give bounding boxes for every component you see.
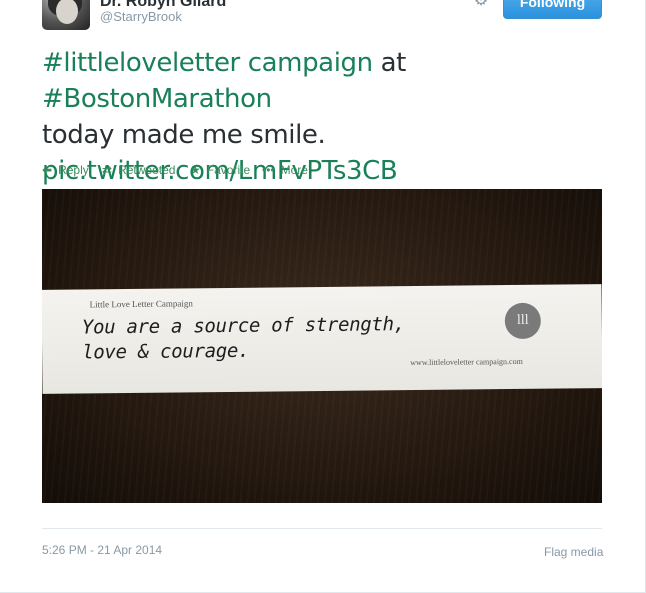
star-icon: ★ — [190, 163, 201, 177]
ellipsis-icon: ••• — [262, 163, 275, 177]
media-photo[interactable]: Little Love Letter Campaign You are a so… — [42, 189, 602, 503]
reply-label: Reply — [58, 163, 89, 177]
handwritten-message: You are a source of strength, love & cou… — [82, 312, 406, 365]
gear-icon[interactable]: ⚙ — [472, 0, 490, 9]
divider — [42, 528, 602, 529]
retweet-action[interactable]: ⇄ Retweeted — [102, 161, 175, 179]
retweet-icon: ⇄ — [102, 163, 113, 177]
handwritten-line-1: You are a source of strength, — [81, 313, 405, 339]
hashtag-littleloveletter campaign[interactable]: #littleloveletter campaign — [42, 48, 373, 78]
strip-url: www.littleloveletter campaign.com — [410, 356, 523, 368]
retweet-label: Retweeted — [118, 163, 176, 177]
author-username[interactable]: @StarryBrook — [100, 9, 182, 25]
campaign-logo: lll — [504, 302, 542, 340]
flag-media-link[interactable]: Flag media — [544, 545, 603, 559]
reply-action[interactable]: ⬅ Reply — [42, 161, 89, 179]
more-action[interactable]: ••• More — [262, 161, 308, 179]
favorite-label: Favorite — [206, 163, 251, 177]
paper-strip: Little Love Letter Campaign You are a so… — [42, 284, 602, 394]
more-label: More — [280, 163, 308, 177]
avatar[interactable] — [42, 0, 90, 30]
strip-title: Little Love Letter Campaign — [89, 298, 193, 310]
tweet-text-mid: at — [372, 48, 407, 78]
tweet-text-line2: today made me smile. — [42, 120, 326, 150]
handwritten-line-2: love & courage. — [82, 339, 250, 364]
timestamp[interactable]: 5:26 PM - 21 Apr 2014 — [42, 543, 162, 557]
following-button[interactable]: Following — [503, 0, 602, 19]
hashtag-bostonmarathon[interactable]: #BostonMarathon — [42, 84, 272, 114]
favorite-action[interactable]: ★ Favorite — [190, 161, 250, 179]
reply-arrow-icon: ⬅ — [42, 163, 53, 177]
